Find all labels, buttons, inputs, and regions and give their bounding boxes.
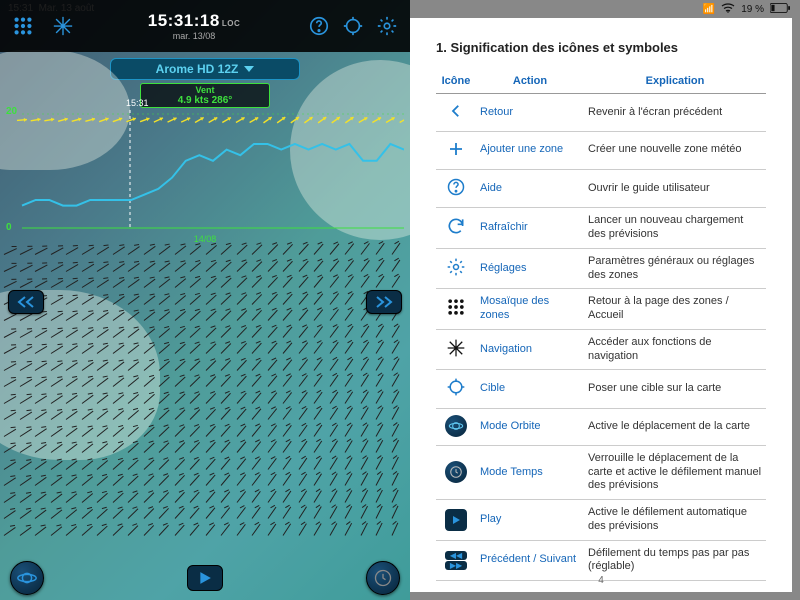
coastline: [0, 290, 160, 460]
row-action: Cible: [476, 370, 584, 409]
row-explain: Poser une cible sur la carte: [584, 370, 766, 409]
grid-icon: [436, 289, 476, 330]
topbar: 15:31:18LOC mar. 13/08: [0, 0, 410, 52]
row-action: Play: [476, 500, 584, 541]
table-row: Mode OrbiteActive le déplacement de la c…: [436, 409, 766, 446]
table-row: Mosaïque des zonesRetour à la page des z…: [436, 289, 766, 330]
row-action: Ajouter une zone: [476, 131, 584, 169]
row-action: Navigation: [476, 329, 584, 370]
doc-panel: 📶 19 % 1. Signification des icônes et sy…: [410, 0, 800, 600]
help-icon[interactable]: [302, 9, 336, 43]
grid-icon[interactable]: [6, 9, 40, 43]
row-action: Mode Temps: [476, 445, 584, 499]
row-action: Aide: [476, 169, 584, 208]
table-row: Mode TempsVerrouille le déplacement de l…: [436, 445, 766, 499]
back-icon: [436, 94, 476, 132]
table-row: NavigationAccéder aux fonctions de navig…: [436, 329, 766, 370]
col-action: Action: [476, 69, 584, 94]
table-row: RetourRevenir à l'écran précédent: [436, 94, 766, 132]
row-action: Retour: [476, 94, 584, 132]
compass-icon: [436, 329, 476, 370]
col-explain: Explication: [584, 69, 766, 94]
wind-chart[interactable]: 20 0 15:31 14/08: [6, 110, 404, 240]
row-explain: Active le défilement automatique des pré…: [584, 500, 766, 541]
now-marker-label: 15:31: [126, 98, 149, 108]
device-status-right: 📶 19 %: [410, 0, 800, 18]
step-back-button[interactable]: [8, 290, 44, 314]
chart-svg: [6, 110, 404, 240]
table-row: RafraîchirLancer un nouveau chargement d…: [436, 208, 766, 249]
row-explain: Paramètres généraux ou réglages des zone…: [584, 248, 766, 289]
wind-readout[interactable]: Vent 4.9 kts 286°: [140, 83, 270, 108]
target-icon: [436, 370, 476, 409]
table-row: CiblePoser une cible sur la carte: [436, 370, 766, 409]
settings-icon: [436, 248, 476, 289]
time-icon: [436, 445, 476, 499]
model-label: Arome HD 12Z: [156, 62, 239, 76]
step-forward-button[interactable]: [366, 290, 402, 314]
gear-icon[interactable]: [370, 9, 404, 43]
chevron-down-icon: [244, 66, 254, 72]
doc-heading: 1. Signification des icônes et symboles: [436, 40, 766, 55]
table-row: PlayActive le défilement automatique des…: [436, 500, 766, 541]
play-button[interactable]: [187, 565, 223, 591]
row-action: Mode Orbite: [476, 409, 584, 446]
row-explain: Active le déplacement de la carte: [584, 409, 766, 446]
help-icon: [436, 169, 476, 208]
battery-text: 19 %: [741, 4, 764, 15]
table-row: Ajouter une zoneCréer une nouvelle zone …: [436, 131, 766, 169]
orbit-mode-button[interactable]: [10, 561, 44, 595]
icon-table: Icône Action Explication RetourRevenir à…: [436, 69, 766, 581]
table-row: AideOuvrir le guide utilisateur: [436, 169, 766, 208]
table-row: RéglagesParamètres généraux ou réglages …: [436, 248, 766, 289]
row-action: Mosaïque des zones: [476, 289, 584, 330]
col-icon: Icône: [436, 69, 476, 94]
refresh-icon: [436, 208, 476, 249]
row-explain: Lancer un nouveau chargement des prévisi…: [584, 208, 766, 249]
battery-icon: [770, 3, 790, 16]
time-mode-button[interactable]: [366, 561, 400, 595]
compass-icon[interactable]: [46, 9, 80, 43]
clock: 15:31:18LOC mar. 13/08: [86, 11, 302, 41]
plus-icon: [436, 131, 476, 169]
bottombar: [0, 556, 410, 600]
row-explain: Ouvrir le guide utilisateur: [584, 169, 766, 208]
signal-icon: 📶: [703, 4, 715, 15]
nav-app: 15:31 Mar. 13 août 15:31:18LOC mar. 13/0…: [0, 0, 410, 600]
target-icon[interactable]: [336, 9, 370, 43]
row-explain: Retour à la page des zones / Accueil: [584, 289, 766, 330]
row-explain: Verrouille le déplacement de la carte et…: [584, 445, 766, 499]
help-document[interactable]: 1. Signification des icônes et symboles …: [410, 18, 792, 592]
row-explain: Accéder aux fonctions de navigation: [584, 329, 766, 370]
row-explain: Revenir à l'écran précédent: [584, 94, 766, 132]
page-number: 4: [410, 575, 792, 586]
row-action: Rafraîchir: [476, 208, 584, 249]
play-icon: [436, 500, 476, 541]
row-action: Réglages: [476, 248, 584, 289]
row-explain: Créer une nouvelle zone météo: [584, 131, 766, 169]
orbit-icon: [436, 409, 476, 446]
wifi-icon: [721, 3, 735, 16]
model-selector[interactable]: Arome HD 12Z: [110, 58, 300, 80]
